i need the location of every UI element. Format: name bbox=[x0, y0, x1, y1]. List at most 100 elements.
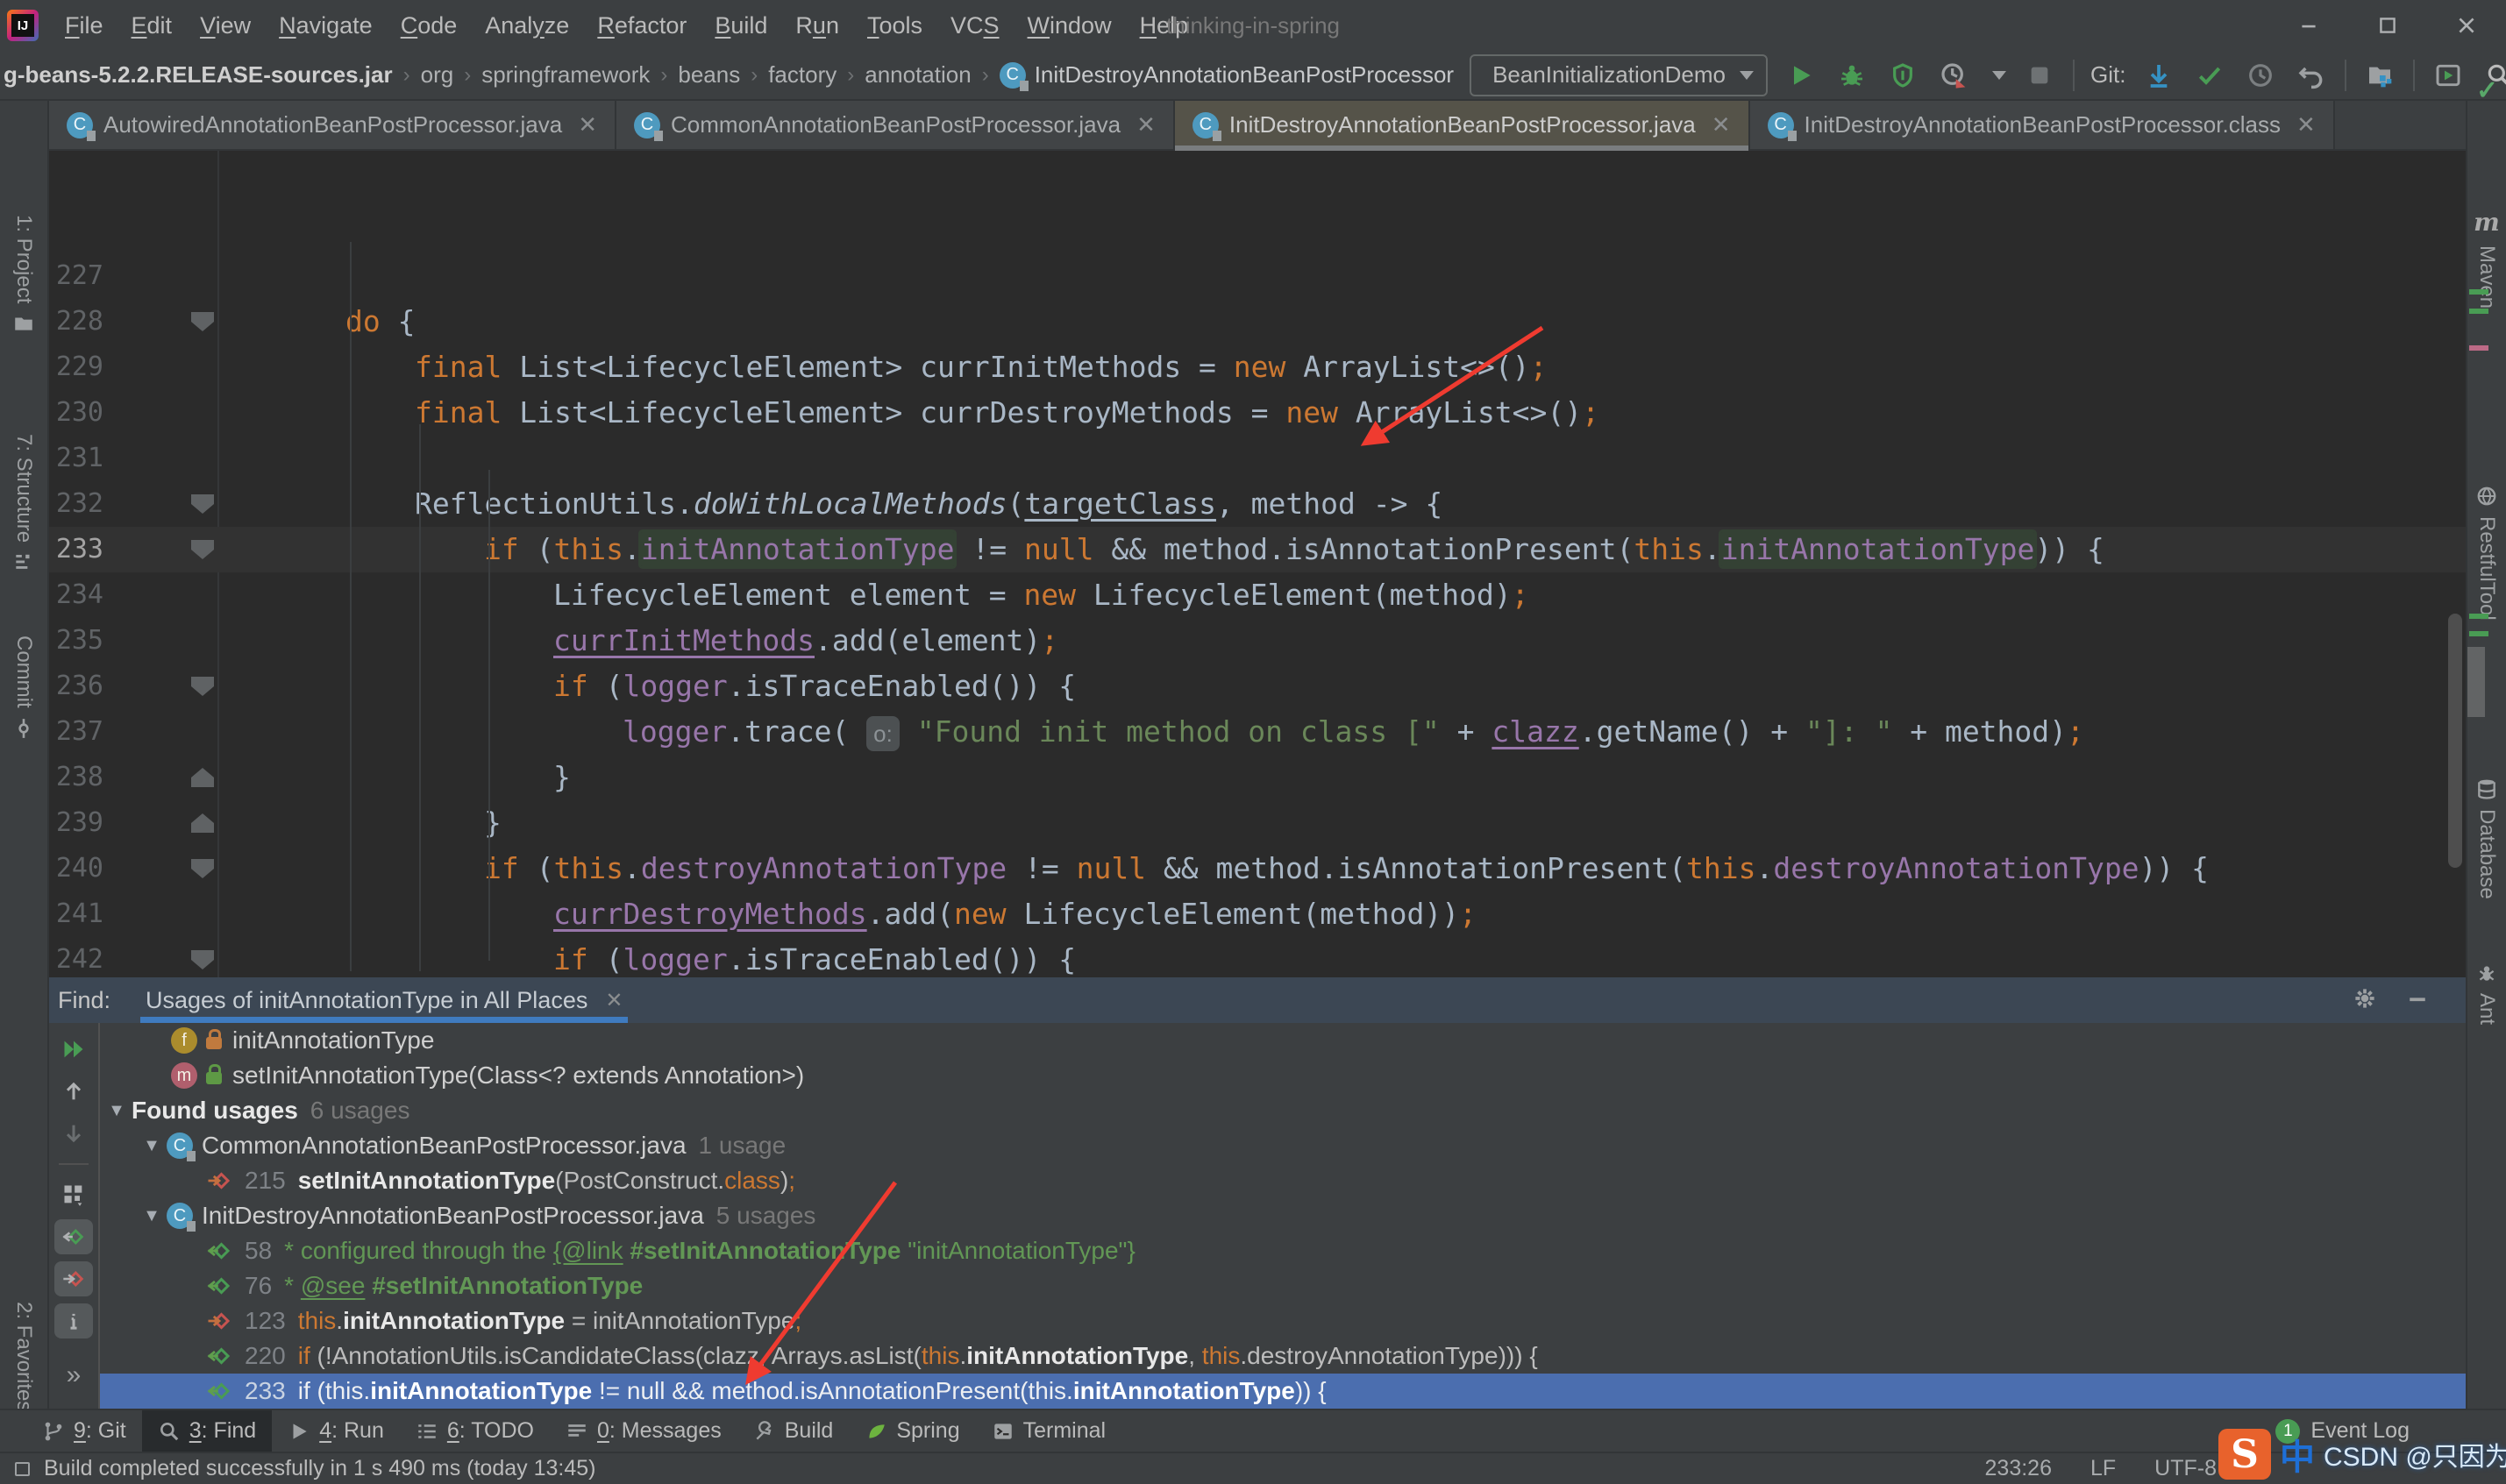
code-editor[interactable]: 227228do {229final List<LifecycleElement… bbox=[49, 151, 2466, 977]
sidebar-item-database[interactable]: Database bbox=[2467, 778, 2506, 899]
toolwindow-button-4-run[interactable]: 4: Run bbox=[272, 1410, 400, 1452]
usage-row[interactable]: 58* configured through the {@link #setIn… bbox=[100, 1233, 2466, 1268]
run-anything-icon[interactable] bbox=[2431, 58, 2466, 93]
access-read-button[interactable] bbox=[54, 1219, 93, 1254]
line-separator[interactable]: LF bbox=[2090, 1456, 2116, 1481]
editor-tab[interactable]: CCommonAnnotationBeanPostProcessor.java✕ bbox=[616, 101, 1175, 149]
hide-panel-icon[interactable] bbox=[2404, 985, 2431, 1016]
chevron-down-icon[interactable] bbox=[1992, 71, 2006, 80]
debug-bug-icon[interactable] bbox=[1834, 58, 1869, 93]
group-row[interactable]: ▼Found usages6 usages bbox=[100, 1093, 2466, 1128]
menu-item-view[interactable]: View bbox=[186, 12, 265, 39]
code-line[interactable]: 231 bbox=[49, 436, 2466, 481]
chevron-down-icon[interactable]: ▼ bbox=[137, 1198, 167, 1233]
chevrons-button[interactable]: » bbox=[54, 1358, 93, 1393]
maximize-button[interactable] bbox=[2348, 0, 2427, 51]
menu-item-build[interactable]: Build bbox=[701, 12, 781, 39]
sidebar-item-restfultool[interactable]: RestfulTool bbox=[2467, 485, 2506, 621]
toolwindow-button-build[interactable]: Build bbox=[737, 1410, 850, 1452]
run-configuration-select[interactable]: BeanInitializationDemo bbox=[1470, 54, 1768, 96]
sidebar-item-1-project[interactable]: 1: Project bbox=[0, 215, 47, 335]
code-line[interactable]: 230final List<LifecycleElement> currDest… bbox=[49, 390, 2466, 436]
menu-item-navigate[interactable]: Navigate bbox=[265, 12, 387, 39]
code-line[interactable]: 237logger.trace( o: "Found init method o… bbox=[49, 709, 2466, 755]
menu-item-refactor[interactable]: Refactor bbox=[583, 12, 701, 39]
file-encoding[interactable]: UTF-8 bbox=[2154, 1456, 2217, 1481]
profiler-clock-icon[interactable] bbox=[1936, 58, 1971, 93]
chevron-down-icon[interactable]: ▼ bbox=[102, 1093, 132, 1128]
code-line[interactable]: 239} bbox=[49, 800, 2466, 846]
editor-scrollbar[interactable] bbox=[2448, 614, 2462, 868]
breadcrumb-item[interactable]: springframework bbox=[481, 61, 650, 89]
toolwindow-button-terminal[interactable]: Terminal bbox=[976, 1410, 1121, 1452]
editor-tab[interactable]: CInitDestroyAnnotationBeanPostProcessor.… bbox=[1750, 101, 2335, 149]
code-line[interactable]: 232ReflectionUtils.doWithLocalMethods(ta… bbox=[49, 481, 2466, 527]
sidebar-item-7-structure[interactable]: 7: Structure bbox=[0, 434, 47, 574]
fold-end-icon[interactable] bbox=[191, 768, 214, 787]
code-line[interactable]: 240if (this.destroyAnnotationType != nul… bbox=[49, 846, 2466, 891]
breadcrumb-item[interactable]: factory bbox=[768, 61, 837, 89]
caret-position[interactable]: 233:26 bbox=[1985, 1456, 2052, 1481]
git-update-icon[interactable] bbox=[2141, 58, 2176, 93]
member-row[interactable]: finitAnnotationType bbox=[100, 1023, 2466, 1058]
member-row[interactable]: msetInitAnnotationType(Class<? extends A… bbox=[100, 1058, 2466, 1093]
close-icon[interactable]: ✕ bbox=[1136, 111, 1156, 138]
code-line[interactable]: 229final List<LifecycleElement> currInit… bbox=[49, 344, 2466, 390]
menu-item-vcs[interactable]: VCS bbox=[936, 12, 1014, 39]
run-play-icon[interactable] bbox=[1783, 58, 1819, 93]
fold-collapse-icon[interactable] bbox=[191, 859, 214, 878]
access-write-button[interactable] bbox=[54, 1261, 93, 1296]
code-line[interactable]: 233if (this.initAnnotationType != null &… bbox=[49, 527, 2466, 572]
editor-tab[interactable]: CAutowiredAnnotationBeanPostProcessor.ja… bbox=[49, 101, 616, 149]
usage-row[interactable]: 76* @see #setInitAnnotationType bbox=[100, 1268, 2466, 1303]
sidebar-item-ant[interactable]: Ant bbox=[2467, 962, 2506, 1025]
breadcrumb-class[interactable]: CInitDestroyAnnotationBeanPostProcessor bbox=[1000, 61, 1454, 89]
toolwindow-button-6-todo[interactable]: 6: TODO bbox=[400, 1410, 550, 1452]
file-row[interactable]: ▼CInitDestroyAnnotationBeanPostProcessor… bbox=[100, 1198, 2466, 1233]
menu-item-tools[interactable]: Tools bbox=[853, 12, 936, 39]
usage-row[interactable]: 233if (this.initAnnotationType != null &… bbox=[100, 1374, 2466, 1409]
menu-item-window[interactable]: Window bbox=[1014, 12, 1126, 39]
usage-row[interactable]: 220if (!AnnotationUtils.isCandidateClass… bbox=[100, 1338, 2466, 1374]
breadcrumb-item[interactable]: org bbox=[421, 61, 454, 89]
code-line[interactable]: 238} bbox=[49, 755, 2466, 800]
git-commit-check-icon[interactable] bbox=[2192, 58, 2227, 93]
sidebar-item-commit[interactable]: Commit bbox=[0, 635, 47, 740]
editor-tab[interactable]: CInitDestroyAnnotationBeanPostProcessor.… bbox=[1175, 101, 1750, 149]
chevron-down-icon[interactable]: ▼ bbox=[137, 1128, 167, 1163]
code-line[interactable]: 228do { bbox=[49, 299, 2466, 344]
stop-square-icon[interactable] bbox=[2022, 58, 2057, 93]
menu-item-edit[interactable]: Edit bbox=[117, 12, 187, 39]
code-line[interactable]: 242if (logger.isTraceEnabled()) { bbox=[49, 937, 2466, 983]
find-results-tab[interactable]: Usages of initAnnotationType in All Plac… bbox=[146, 977, 623, 1023]
info-button[interactable] bbox=[54, 1303, 93, 1338]
breadcrumb-item[interactable]: annotation bbox=[865, 61, 971, 89]
close-icon[interactable]: ✕ bbox=[2296, 111, 2316, 138]
code-line[interactable]: 227 bbox=[49, 253, 2466, 299]
breadcrumb-item[interactable]: beans bbox=[678, 61, 740, 89]
menu-item-analyze[interactable]: Analyze bbox=[471, 12, 583, 39]
minimize-button[interactable] bbox=[2269, 0, 2348, 51]
settings-gear-icon[interactable] bbox=[2352, 985, 2378, 1016]
usage-row[interactable]: 123this.initAnnotationType = initAnnotat… bbox=[100, 1303, 2466, 1338]
fold-collapse-icon[interactable] bbox=[191, 950, 214, 969]
history-clock-icon[interactable] bbox=[2243, 58, 2278, 93]
menu-item-run[interactable]: Run bbox=[781, 12, 853, 39]
fold-collapse-icon[interactable] bbox=[191, 312, 214, 331]
coverage-shield-icon[interactable] bbox=[1885, 58, 1920, 93]
stripe-scroll-thumb[interactable] bbox=[2467, 647, 2485, 717]
file-row[interactable]: ▼CCommonAnnotationBeanPostProcessor.java… bbox=[100, 1128, 2466, 1163]
toolwindow-button-spring[interactable]: Spring bbox=[849, 1410, 975, 1452]
project-structure-icon[interactable] bbox=[2362, 58, 2397, 93]
code-line[interactable]: 235currInitMethods.add(element); bbox=[49, 618, 2466, 664]
arrow-down-button[interactable] bbox=[54, 1116, 93, 1151]
close-icon[interactable]: ✕ bbox=[605, 988, 623, 1013]
fold-collapse-icon[interactable] bbox=[191, 494, 214, 514]
close-button[interactable] bbox=[2427, 0, 2506, 51]
breadcrumb-item[interactable]: g-beans-5.2.2.RELEASE-sources.jar bbox=[4, 61, 393, 89]
usage-row[interactable]: 215setInitAnnotationType(PostConstruct.c… bbox=[100, 1163, 2466, 1198]
toolwindow-button-3-find[interactable]: 3: Find bbox=[142, 1410, 272, 1452]
rerun-button[interactable] bbox=[54, 1032, 93, 1067]
toolwindow-button-0-messages[interactable]: 0: Messages bbox=[550, 1410, 737, 1452]
code-line[interactable]: 236if (logger.isTraceEnabled()) { bbox=[49, 664, 2466, 709]
